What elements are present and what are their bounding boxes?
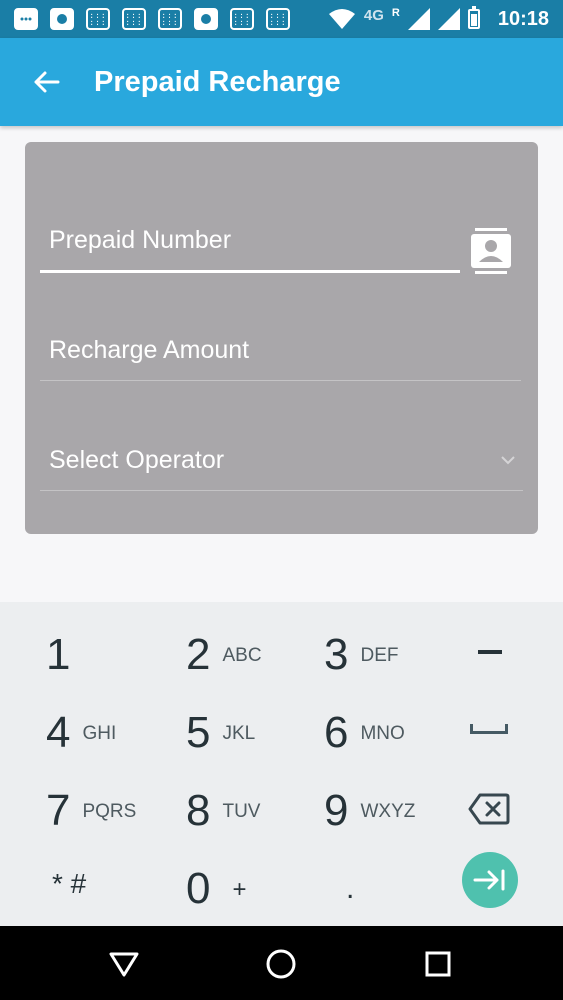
recharge-amount-input[interactable]: Recharge Amount (40, 336, 521, 386)
go-next-icon[interactable] (462, 852, 518, 908)
minus-icon[interactable] (478, 650, 502, 654)
key-7[interactable]: 7 PQRS (46, 786, 136, 836)
app-grid-icon: :::::: (158, 8, 182, 30)
chevron-down-icon[interactable] (498, 450, 518, 470)
key-5[interactable]: 5 JKL (186, 708, 255, 758)
status-bar: :::::: :::::: :::::: :::::: :::::: 4G R … (0, 0, 563, 38)
roaming-indicator: R (391, 7, 400, 19)
page-title: Prepaid Recharge (94, 65, 341, 98)
key-4[interactable]: 4 GHI (46, 708, 116, 758)
key-6[interactable]: 6 MNO (324, 708, 405, 758)
back-arrow-icon[interactable] (24, 60, 68, 104)
numeric-keyboard: 1 2 ABC 3 DEF 4 GHI 5 JKL 6 MNO 7 PQRS 8 TUV 9W… (0, 602, 563, 926)
key-0[interactable]: 0 + (186, 864, 247, 914)
navigation-bar (0, 926, 563, 1000)
network-type: 4G (363, 6, 384, 24)
input-underline (40, 270, 460, 273)
key-2[interactable]: 2 ABC (186, 630, 262, 680)
battery-icon (467, 6, 480, 29)
key-8[interactable]: 8 TUV (186, 786, 260, 836)
signal-icon (407, 8, 430, 30)
app-grid-icon: :::::: (266, 8, 290, 30)
home-circle-icon[interactable] (263, 946, 299, 982)
key-star-hash[interactable]: * # (52, 868, 86, 900)
recharge-form-card: Prepaid Number Recharge Amount Select Op… (25, 142, 538, 534)
contact-card-icon (50, 8, 74, 30)
signal-icon (437, 8, 460, 30)
prepaid-number-placeholder: Prepaid Number (49, 226, 232, 254)
key-3[interactable]: 3 DEF (324, 630, 398, 680)
message-icon (14, 8, 38, 30)
app-bar: Prepaid Recharge (0, 38, 563, 126)
backspace-icon[interactable] (468, 792, 510, 826)
space-icon[interactable] (470, 724, 508, 734)
app-grid-icon: :::::: (230, 8, 254, 30)
key-1[interactable]: 1 (46, 630, 82, 680)
key-period[interactable]: . (346, 872, 354, 906)
recent-square-icon[interactable] (420, 946, 456, 982)
wifi-icon (328, 9, 355, 29)
operator-placeholder: Select Operator (49, 446, 225, 474)
operator-select[interactable]: Select Operator (40, 446, 523, 496)
input-underline (40, 490, 523, 491)
prepaid-number-input[interactable]: Prepaid Number (40, 226, 460, 276)
key-9[interactable]: 9 WXYZ (324, 786, 415, 836)
back-triangle-icon[interactable] (106, 946, 142, 982)
screen: :::::: :::::: :::::: :::::: :::::: 4G R … (0, 0, 563, 1000)
contacts-picker-icon[interactable] (471, 228, 511, 276)
notification-icons: :::::: :::::: :::::: :::::: :::::: (14, 8, 290, 30)
app-grid-icon: :::::: (122, 8, 146, 30)
app-grid-icon: :::::: (86, 8, 110, 30)
recharge-amount-placeholder: Recharge Amount (49, 336, 250, 364)
chat-person-icon (194, 8, 218, 30)
clock: 10:18 (497, 7, 549, 30)
input-underline (40, 380, 521, 381)
system-status: 4G R 10:18 (328, 6, 549, 31)
